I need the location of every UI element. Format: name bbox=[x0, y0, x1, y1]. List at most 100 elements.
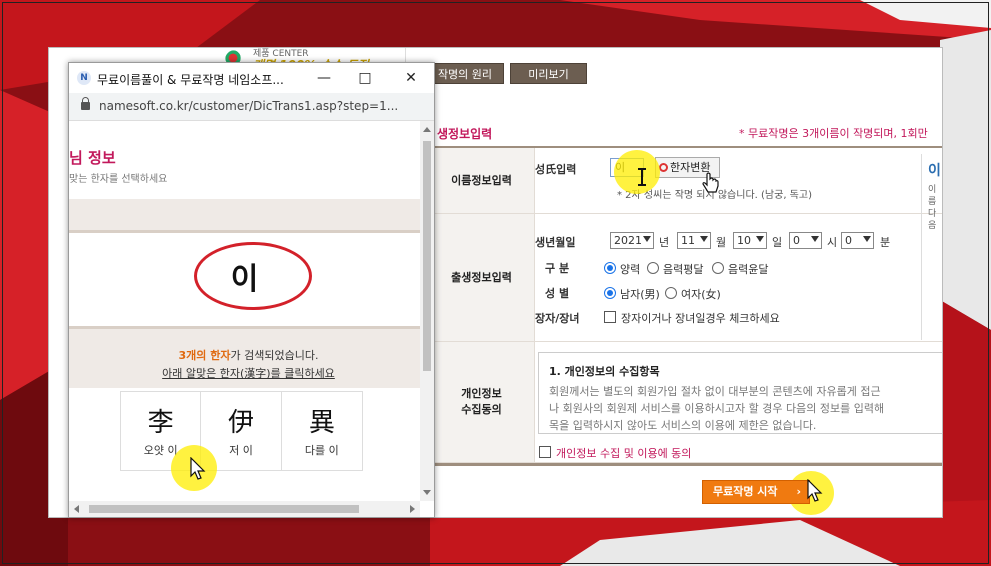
mouse-pointer-icon bbox=[190, 457, 206, 480]
popup-heading: 님 정보 bbox=[69, 149, 116, 167]
year-unit: 년 bbox=[659, 236, 670, 249]
popup-content: 님 정보 맞는 한자를 선택하세요 이 3개의 한자가 검색되었습니다. 아래 … bbox=[69, 121, 420, 501]
radio-female-label: 여자(女) bbox=[681, 288, 721, 301]
popup-url: namesoft.co.kr/customer/DicTrans1.asp?st… bbox=[99, 99, 399, 113]
mouse-pointer-icon bbox=[807, 479, 823, 502]
form-bottom-divider bbox=[429, 463, 942, 466]
hour-value: 0 bbox=[793, 234, 800, 247]
scroll-right-icon[interactable] bbox=[410, 505, 415, 513]
chevron-down-icon bbox=[811, 236, 819, 242]
day-value: 10 bbox=[737, 234, 751, 247]
hour-unit: 시 bbox=[827, 236, 838, 249]
hanja-convert-icon bbox=[659, 163, 668, 172]
radio-female[interactable] bbox=[665, 287, 677, 299]
lock-icon bbox=[81, 97, 90, 110]
selected-name-char: 이 bbox=[230, 262, 259, 297]
tab-naming-principle[interactable]: 작명의 원리 bbox=[426, 63, 504, 84]
day-unit: 일 bbox=[772, 236, 783, 249]
minute-select[interactable]: 0 bbox=[841, 232, 874, 249]
hand-pointer-icon bbox=[702, 172, 719, 193]
eldest-checkbox[interactable] bbox=[604, 311, 616, 323]
calendar-label: 구 분 bbox=[545, 262, 570, 275]
maximize-button[interactable]: □ bbox=[350, 68, 380, 88]
right-panel-text: 이름 다음 bbox=[928, 184, 942, 232]
month-select[interactable]: 11 bbox=[677, 232, 711, 249]
popup-title-bar[interactable]: N 무료이름풀이 & 무료작명 네임소프... — □ ✕ bbox=[69, 63, 434, 93]
radio-male-label: 남자(男) bbox=[620, 288, 660, 301]
free-naming-start-button[interactable]: 무료작명 시작 › bbox=[702, 480, 810, 504]
popup-header-band bbox=[69, 199, 420, 233]
chevron-right-icon: › bbox=[796, 485, 801, 498]
privacy-textbox[interactable]: 1. 개인정보의 수집항목 회원께서는 별도의 회원가입 절차 없이 대부분의 … bbox=[538, 352, 942, 434]
result-suffix: 가 검색되었습니다. bbox=[230, 349, 319, 362]
year-select[interactable]: 2021 bbox=[610, 232, 654, 249]
radio-lunar-leap[interactable] bbox=[712, 262, 724, 274]
hour-select[interactable]: 0 bbox=[789, 232, 822, 249]
right-panel-line2: 다음 bbox=[928, 209, 937, 231]
minimize-button[interactable]: — bbox=[309, 68, 339, 88]
radio-solar[interactable] bbox=[604, 262, 616, 274]
scroll-thumb[interactable] bbox=[89, 505, 359, 513]
privacy-row-header: 개인정보수집동의 bbox=[429, 342, 535, 462]
minute-value: 0 bbox=[845, 234, 852, 247]
privacy-agree-label[interactable]: 개인정보 수집 및 이용에 동의 bbox=[556, 445, 691, 461]
privacy-box-line1: 회원께서는 별도의 회원가입 절차 없이 대부분의 콘텐츠에 자유롭게 접근 bbox=[549, 385, 881, 398]
radio-lunar-normal[interactable] bbox=[647, 262, 659, 274]
right-panel-line1: 이름 bbox=[928, 185, 937, 207]
name-row-body: 성氏입력 이 한자변환 * 2자 성씨는 작명 되지 않습니다. (남궁, 독고… bbox=[535, 148, 942, 213]
text-cursor-icon bbox=[638, 168, 646, 186]
month-unit: 월 bbox=[716, 236, 727, 249]
popup-address-bar[interactable]: namesoft.co.kr/customer/DicTrans1.asp?st… bbox=[69, 93, 434, 121]
year-value: 2021 bbox=[614, 234, 642, 247]
hanja-char: 伊 bbox=[228, 408, 255, 438]
minute-unit: 분 bbox=[880, 236, 891, 249]
selected-name-display: 이 bbox=[69, 236, 420, 326]
privacy-header-line2: 수집동의 bbox=[461, 403, 502, 416]
chevron-down-icon bbox=[756, 236, 764, 242]
birth-row-body: 생년월일 2021 년 11 월 10 일 0 시 0 분 구 분 양력 음력평… bbox=[535, 214, 942, 341]
section-note: * 무료작명은 3개이름이 작명되며, 1회만 bbox=[739, 127, 928, 140]
month-value: 11 bbox=[681, 234, 695, 247]
radio-lunar-leap-label: 음력윤달 bbox=[728, 263, 769, 276]
name-row: 이름정보입력 성氏입력 이 한자변환 * 2자 성씨는 작명 되지 않습니다. … bbox=[429, 148, 942, 214]
hanja-char: 異 bbox=[308, 408, 335, 438]
right-panel-title: 이 bbox=[928, 163, 941, 179]
hanja-meaning: 다를 이 bbox=[304, 444, 339, 457]
chevron-down-icon bbox=[700, 236, 708, 242]
chevron-down-icon bbox=[863, 236, 871, 242]
gender-label: 성 별 bbox=[545, 287, 570, 300]
radio-lunar-normal-label: 음력평달 bbox=[663, 263, 704, 276]
popup-horizontal-scrollbar[interactable] bbox=[69, 501, 420, 517]
popup-vertical-scrollbar[interactable] bbox=[420, 121, 434, 501]
hanja-options: 李 오얏 이 伊 저 이 異 다를 이 bbox=[120, 391, 363, 471]
scroll-thumb[interactable] bbox=[423, 141, 431, 371]
tab-preview[interactable]: 미리보기 bbox=[510, 63, 587, 84]
birth-row-header: 출생정보입력 bbox=[429, 214, 535, 341]
privacy-box-line2: 나 회원사의 회원제 서비스를 이용하시고자 할 경우 다음의 정보를 입력해 bbox=[549, 402, 885, 415]
eldest-text: 장자이거나 장녀일경우 체크하세요 bbox=[621, 312, 780, 325]
hanja-char: 李 bbox=[147, 408, 174, 438]
birth-row: 출생정보입력 생년월일 2021 년 11 월 10 일 0 시 0 분 구 분… bbox=[429, 214, 942, 342]
hanja-instruction: 아래 알맞은 한자(漢字)를 클릭하세요 bbox=[162, 367, 335, 380]
scroll-down-icon[interactable] bbox=[423, 490, 431, 495]
result-count: 3개의 한자 bbox=[178, 349, 231, 362]
day-select[interactable]: 10 bbox=[733, 232, 767, 249]
radio-solar-label: 양력 bbox=[620, 263, 641, 276]
search-result-text: 3개의 한자가 검색되었습니다. bbox=[69, 347, 420, 363]
scroll-left-icon[interactable] bbox=[74, 505, 79, 513]
scroll-up-icon[interactable] bbox=[423, 127, 431, 132]
birthdate-label: 생년월일 bbox=[535, 236, 576, 249]
search-result-band: 3개의 한자가 검색되었습니다. 아래 알맞은 한자(漢字)를 클릭하세요 bbox=[69, 326, 420, 388]
radio-male[interactable] bbox=[604, 287, 616, 299]
name-row-header: 이름정보입력 bbox=[429, 148, 535, 213]
chevron-down-icon bbox=[643, 236, 651, 242]
popup-subheading: 맞는 한자를 선택하세요 bbox=[69, 174, 168, 185]
section-title: 생정보입력 bbox=[437, 127, 493, 141]
privacy-header-line1: 개인정보 bbox=[461, 387, 502, 400]
close-button[interactable]: ✕ bbox=[396, 68, 426, 88]
hanja-popup-window: N 무료이름풀이 & 무료작명 네임소프... — □ ✕ namesoft.c… bbox=[68, 62, 435, 518]
site-favicon-icon: N bbox=[77, 71, 91, 85]
privacy-agree-checkbox[interactable] bbox=[539, 446, 551, 458]
hanja-option-i-different[interactable]: 異 다를 이 bbox=[281, 392, 363, 470]
right-side-panel: 이 이름 다음 bbox=[921, 154, 942, 340]
